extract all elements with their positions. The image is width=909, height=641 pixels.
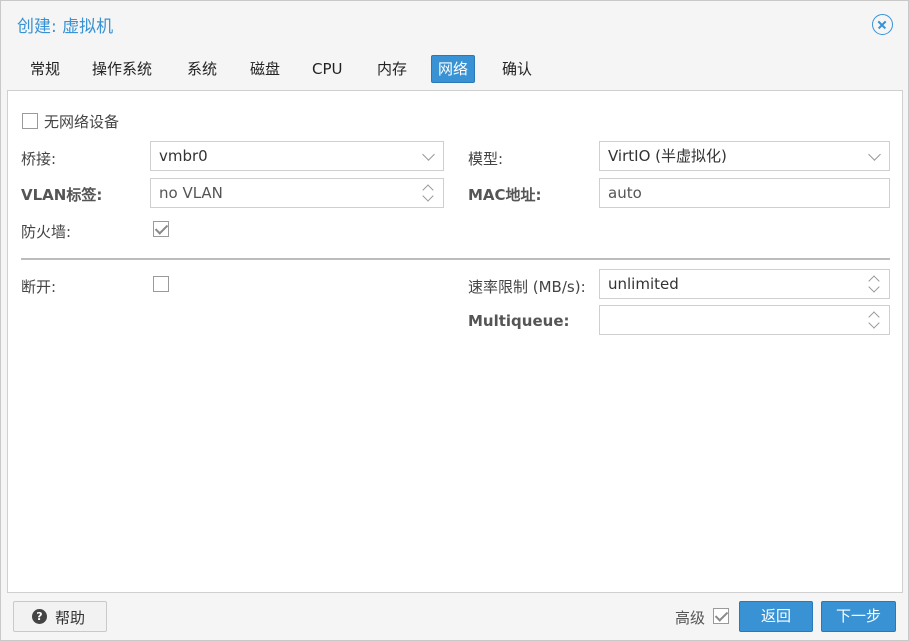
disconnect-checkbox[interactable] (153, 276, 169, 292)
chevron-down-icon[interactable] (422, 148, 435, 161)
next-button[interactable]: 下一步 (821, 601, 896, 632)
firewall-checkbox[interactable] (153, 221, 169, 237)
bridge-value: vmbr0 (159, 147, 208, 165)
model-select[interactable]: VirtIO (半虚拟化) (599, 141, 890, 171)
close-icon[interactable] (872, 14, 893, 35)
wizard-tabbar: 常规 操作系统 系统 磁盘 CPU 内存 网络 确认 (1, 47, 908, 89)
help-label: 帮助 (55, 609, 86, 627)
disconnect-label: 断开: (21, 278, 57, 296)
section-divider (21, 258, 890, 260)
tab-memory[interactable]: 内存 (370, 55, 414, 83)
back-button[interactable]: 返回 (739, 601, 813, 632)
create-vm-dialog: 创建: 虚拟机 常规 操作系统 系统 磁盘 CPU 内存 网络 确认 无网络设备… (0, 0, 909, 641)
vlan-label: VLAN标签: (21, 186, 103, 204)
mac-value: auto (608, 184, 642, 202)
bridge-select[interactable]: vmbr0 (150, 141, 444, 171)
rate-limit-input[interactable]: unlimited (599, 269, 890, 299)
tab-os[interactable]: 操作系统 (85, 55, 159, 83)
mac-address-input[interactable]: auto (599, 178, 890, 208)
no-network-label: 无网络设备 (44, 113, 120, 131)
spinner-icon[interactable] (422, 182, 434, 204)
dialog-footer: ? 帮助 高级 返回 下一步 (1, 593, 908, 640)
no-network-checkbox[interactable] (22, 113, 38, 129)
tab-confirm[interactable]: 确认 (495, 55, 539, 83)
tab-system[interactable]: 系统 (180, 55, 224, 83)
rate-limit-value: unlimited (608, 275, 679, 293)
question-icon: ? (32, 609, 47, 624)
model-value: VirtIO (半虚拟化) (608, 147, 727, 165)
firewall-label: 防火墙: (21, 223, 72, 241)
help-button[interactable]: ? 帮助 (13, 601, 107, 632)
dialog-titlebar: 创建: 虚拟机 (1, 1, 908, 47)
bridge-label: 桥接: (21, 150, 57, 168)
vlan-tag-input[interactable]: no VLAN (150, 178, 444, 208)
mac-label: MAC地址: (468, 186, 542, 204)
network-form-panel: 无网络设备 桥接: vmbr0 VLAN标签: no VLAN 防火墙: 模型:… (7, 90, 903, 593)
spinner-icon[interactable] (868, 273, 880, 295)
model-label: 模型: (468, 150, 504, 168)
advanced-checkbox[interactable] (713, 608, 729, 624)
multiqueue-input[interactable] (599, 305, 890, 335)
chevron-down-icon[interactable] (868, 148, 881, 161)
rate-limit-label: 速率限制 (MB/s): (468, 278, 586, 296)
tab-cpu[interactable]: CPU (305, 55, 350, 83)
dialog-title: 创建: 虚拟机 (17, 17, 114, 37)
tab-network[interactable]: 网络 (431, 55, 476, 83)
vlan-value: no VLAN (159, 184, 223, 202)
tab-disk[interactable]: 磁盘 (243, 55, 287, 83)
advanced-label: 高级 (675, 609, 706, 627)
multiqueue-label: Multiqueue: (468, 312, 570, 330)
spinner-icon[interactable] (868, 309, 880, 331)
tab-general[interactable]: 常规 (23, 55, 67, 83)
